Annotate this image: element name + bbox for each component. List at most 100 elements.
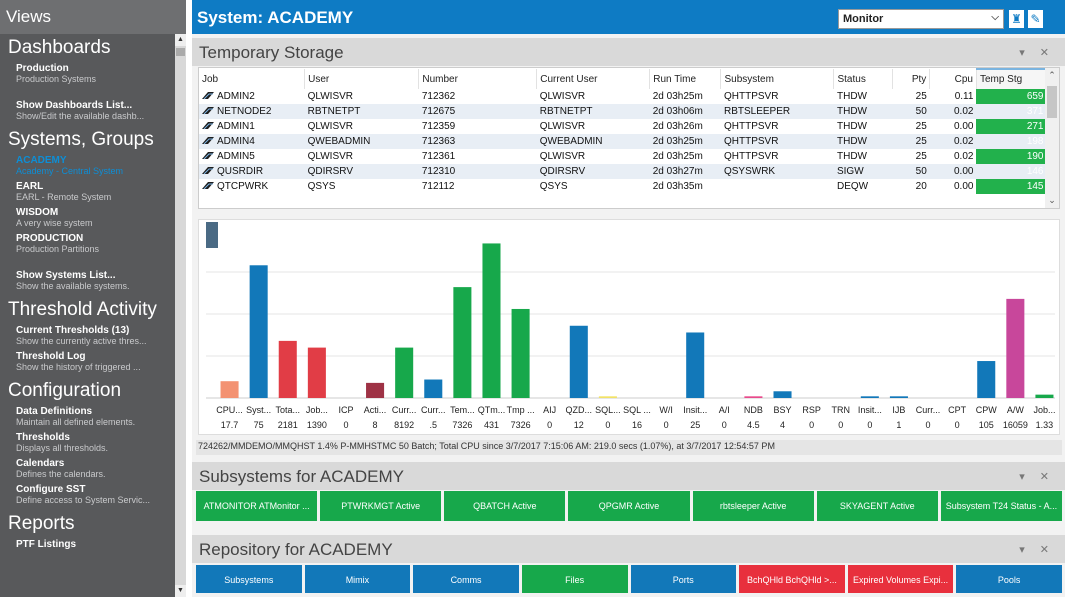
sidebar-item[interactable]: PRODUCTION Production Partitions — [0, 233, 186, 255]
sidebar-section-title[interactable]: Configuration — [0, 377, 186, 404]
table-cell: NETNODE2 — [199, 104, 305, 119]
cell-value: QSYS — [307, 181, 336, 192]
repository-tile[interactable]: Expired Volumes Expi... — [847, 565, 954, 593]
sidebar-item[interactable]: Calendars Defines the calendars. — [0, 458, 186, 480]
table-row[interactable]: ADMIN2 QLWISVR 712362 QLWISVR 2d 03h25m QHTTP… — [199, 89, 1047, 104]
sidebar-scrollbar[interactable]: ▲ ▼ — [175, 34, 186, 597]
data-label: 0 — [547, 420, 552, 430]
sidebar-section-title[interactable]: Threshold Activity — [0, 296, 186, 323]
cell-value: 25 — [915, 151, 927, 162]
view-select[interactable]: Monitor ⌵ — [838, 9, 1004, 29]
subsystem-tile[interactable]: PTWRKMGT Active — [320, 491, 442, 521]
recycle-bin-icon[interactable]: ♜ — [1008, 9, 1025, 29]
table-cell: 0.00 — [929, 164, 977, 179]
table-cell: QLWISVR — [305, 119, 419, 134]
table-cell: 712675 — [418, 104, 537, 119]
column-header[interactable]: Run Time — [649, 69, 722, 89]
column-header[interactable]: Subsystem — [720, 69, 835, 89]
sidebar-item[interactable]: Current Thresholds (13) Show the currentl… — [0, 325, 186, 347]
sidebar-section-title[interactable]: Systems, Groups — [0, 126, 186, 153]
sidebar-item[interactable]: Show Systems List... Show the available s… — [0, 270, 186, 292]
sidebar-item[interactable]: Configure SST Define access to System Ser… — [0, 484, 186, 506]
repository-tile[interactable]: Comms — [413, 565, 519, 593]
table-row[interactable]: ADMIN5 QLWISVR 712361 QLWISVR 2d 03h25m QHTTP… — [199, 149, 1047, 164]
repository-tile[interactable]: Mimix — [304, 565, 411, 593]
sidebar-item-label: Thresholds — [16, 432, 70, 443]
table-cell: QUSRDIR — [199, 164, 305, 179]
sidebar-item[interactable]: Thresholds Displays all thresholds. — [0, 432, 186, 454]
subsystem-tile[interactable]: SKYAGENT Active — [816, 491, 938, 521]
sidebar-item-label: Current Thresholds (13) — [16, 325, 130, 336]
cell-value: THDW — [836, 136, 867, 147]
table-cell: QLWISVR — [537, 89, 650, 104]
chart-bar — [220, 381, 239, 398]
sidebar-section-title[interactable]: Reports — [0, 510, 186, 537]
column-header[interactable]: Pty — [892, 69, 931, 89]
table-row[interactable]: ADMIN1 QLWISVR 712359 QLWISVR 2d 03h26m QHTTP… — [199, 119, 1047, 134]
cell-value: ADMIN1 — [217, 121, 255, 132]
temp-storage-grid[interactable]: Job User Number Current User Run Time Subsyst… — [198, 67, 1060, 209]
repository-tile[interactable]: Ports — [630, 565, 737, 593]
panel-controls[interactable]: ▾ ✕ — [1019, 46, 1055, 59]
scroll-up-arrow-icon[interactable]: ⌃ — [1045, 70, 1059, 81]
subsystem-tile[interactable]: QPGMR Active — [568, 491, 690, 521]
sidebar-scroll-thumb[interactable] — [176, 48, 185, 56]
sidebar-item[interactable]: Show Dashboards List... Show/Edit the ava… — [0, 100, 186, 122]
tick-label: NDB — [744, 405, 763, 415]
grid-scroll-thumb[interactable] — [1047, 86, 1057, 118]
column-header[interactable]: Job — [199, 69, 306, 89]
column-header[interactable]: Status — [833, 69, 894, 89]
table-row[interactable]: QUSRDIR QDIRSRV 712310 QDIRSRV 2d 03h27m QSYS… — [199, 164, 1047, 179]
scroll-down-arrow-icon[interactable]: ▼ — [175, 585, 186, 597]
repository-title: Repository for ACADEMY — [199, 540, 393, 559]
repository-tile[interactable]: BchQHld BchQHld >... — [739, 565, 845, 593]
edit-icon[interactable]: ✎ — [1027, 9, 1044, 29]
table-cell: ADMIN4 — [199, 134, 305, 149]
sidebar-item[interactable]: Threshold Log Show the history of trigger… — [0, 351, 186, 373]
sidebar-item-subtitle: A very wise system — [16, 218, 93, 228]
table-row[interactable]: NETNODE2 RBTNETPT 712675 RBTNETPT 2d 03h06m R… — [199, 104, 1047, 119]
repository-tile[interactable]: Files — [521, 565, 628, 593]
subsystem-tile[interactable]: Subsystem T24 Status - A... — [940, 491, 1062, 521]
sidebar-item[interactable]: EARL EARL - Remote System — [0, 181, 186, 203]
sidebar-item-label: Calendars — [16, 458, 65, 469]
column-header[interactable]: Current User — [536, 69, 651, 89]
column-header[interactable]: Cpu — [929, 69, 977, 89]
grid-scrollbar[interactable]: ⌃ ⌄ — [1045, 68, 1059, 208]
subsystem-tile[interactable]: QBATCH Active — [444, 491, 566, 521]
table-cell: 2d 03h06m — [649, 104, 721, 119]
sidebar-item-subtitle: Displays all thresholds. — [16, 443, 109, 453]
table-row[interactable]: QTCPWRK QSYS 712112 QSYS 2d 03h35m DEQW 20 0.00… — [199, 179, 1047, 194]
chart-bar — [511, 308, 530, 398]
subsystem-tile[interactable]: rbtsleeper Active — [692, 491, 814, 521]
repository-tile[interactable]: Pools — [956, 565, 1062, 593]
column-header[interactable]: User — [304, 69, 420, 89]
repository-tile[interactable]: Subsystems — [196, 565, 302, 593]
panel-controls[interactable]: ▾ ✕ — [1019, 543, 1055, 556]
scroll-down-arrow-icon[interactable]: ⌄ — [1045, 195, 1059, 206]
tick-label: Job... — [1033, 405, 1055, 415]
column-header[interactable]: Temp Stg — [976, 68, 1048, 89]
cell-value: 2d 03h06m — [652, 106, 703, 117]
sidebar-item[interactable]: Production Production Systems — [0, 63, 186, 85]
sidebar-item[interactable]: Data Definitions Maintain all defined ele… — [0, 406, 186, 428]
column-header[interactable]: Number — [418, 69, 538, 89]
sidebar-item[interactable]: PTF Listings — [0, 539, 186, 550]
subsystem-tile[interactable]: ATMONITOR ATMonitor ... — [196, 491, 318, 521]
sidebar-section-title[interactable]: Dashboards — [0, 34, 186, 61]
sidebar-item[interactable]: ACADEMY Academy - Central System — [0, 155, 186, 177]
panel-controls[interactable]: ▾ ✕ — [1019, 470, 1055, 483]
cell-value: 0.11 — [954, 91, 974, 102]
scroll-up-arrow-icon[interactable]: ▲ — [175, 34, 186, 46]
cell-value: 2d 03h26m — [652, 121, 703, 132]
chevron-down-icon[interactable]: ⌵ — [991, 12, 999, 23]
sidebar-item[interactable]: WISDOM A very wise system — [0, 207, 186, 229]
cell-value: 2d 03h25m — [652, 136, 703, 147]
status-line: 724262/MMDEMO/MMQHST 1.4% P-MMHSTMC 50 B… — [196, 440, 1062, 455]
table-cell: QSYS — [305, 179, 419, 194]
table-cell: 146 — [976, 164, 1047, 179]
cell-value: 712675 — [421, 106, 456, 117]
table-row[interactable]: ADMIN4 QWEBADMIN 712363 QWEBADMIN 2d 03h25m Q… — [199, 134, 1047, 149]
cell-value: 0.00 — [953, 121, 974, 132]
